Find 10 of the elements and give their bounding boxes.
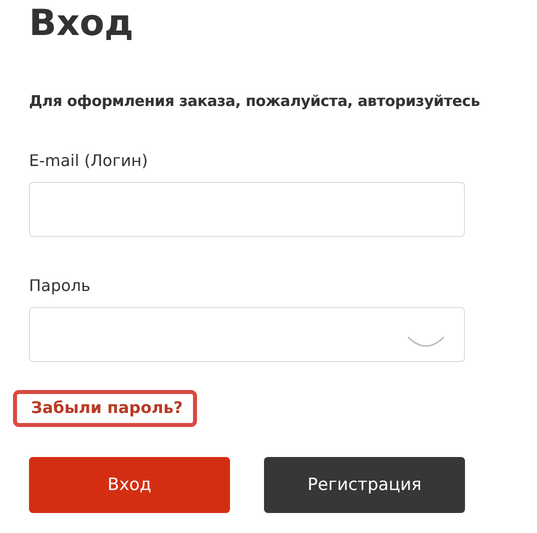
register-button[interactable]: Регистрация: [264, 457, 465, 513]
email-field[interactable]: [29, 182, 465, 237]
form-instruction: Для оформления заказа, пожалуйста, авторизуйтесь: [29, 91, 480, 112]
login-button[interactable]: Вход: [29, 457, 230, 513]
forgot-password-link[interactable]: Забыли пароль?: [13, 390, 197, 427]
field-label: Пароль: [29, 275, 90, 297]
page-title: Вход: [29, 2, 134, 46]
closed-eye-icon[interactable]: [406, 334, 446, 348]
password-field[interactable]: [29, 307, 465, 362]
field-label: E-mail (Логин): [29, 150, 148, 172]
